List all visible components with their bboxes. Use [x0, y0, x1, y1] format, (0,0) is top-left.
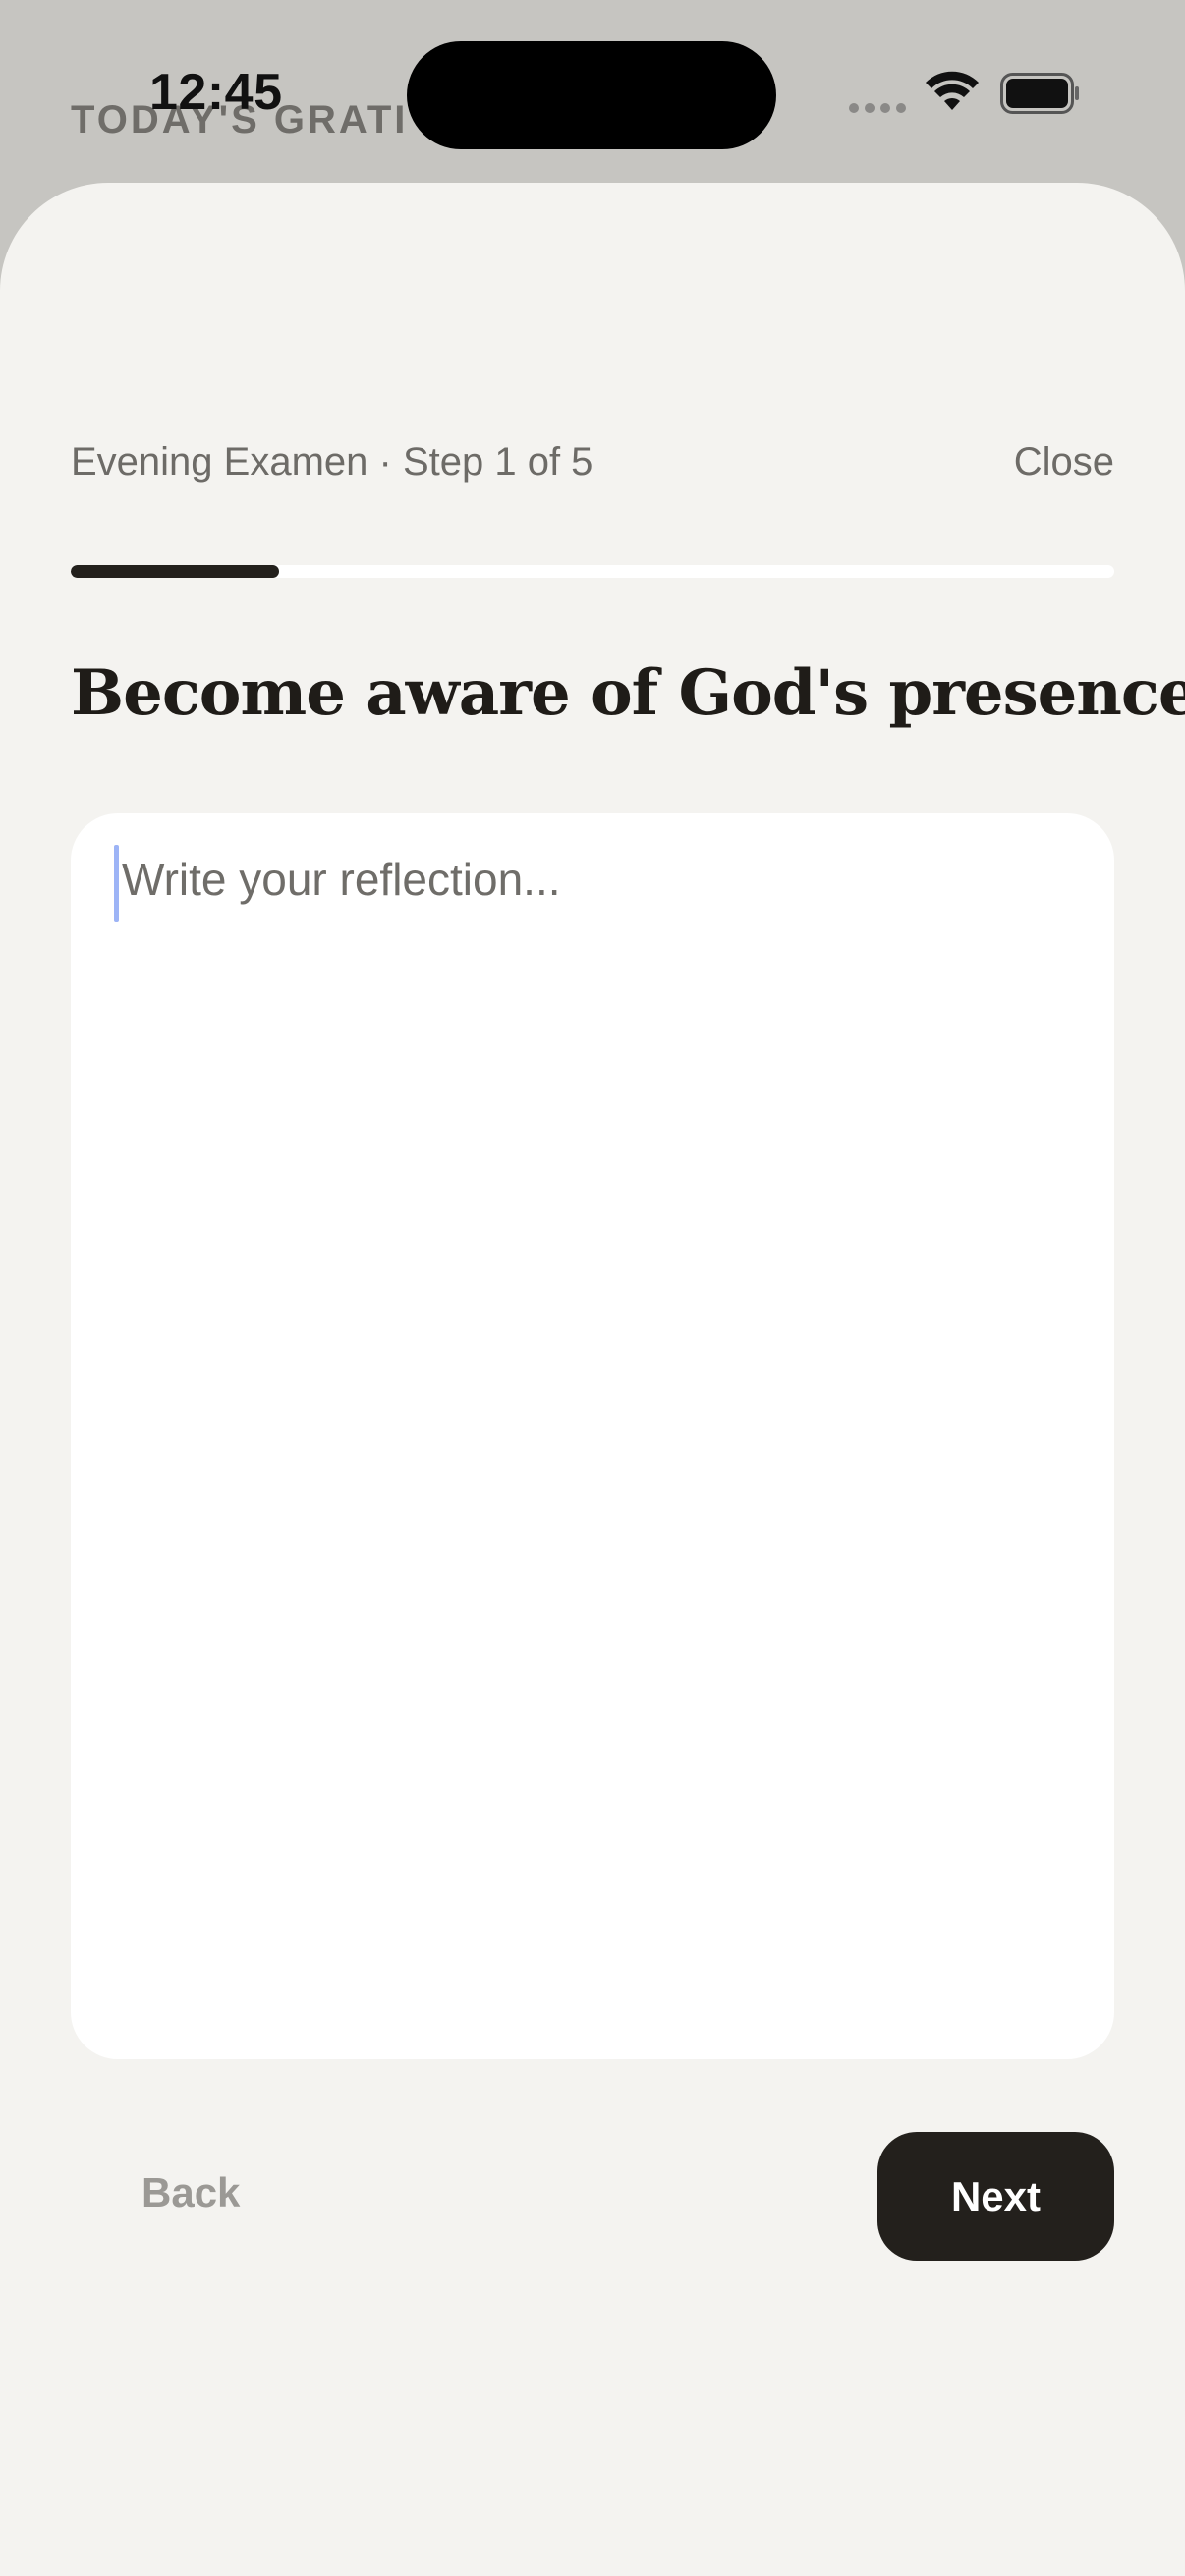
battery-icon: [1000, 73, 1079, 114]
reflection-input[interactable]: [116, 853, 1065, 2012]
examen-prompt-title: Become aware of God's presence.: [71, 656, 1185, 730]
cellular-signal-icon: [849, 103, 906, 113]
wifi-icon: [926, 71, 979, 110]
back-button[interactable]: Back: [141, 2169, 240, 2216]
step-progress-bar: [71, 565, 1114, 578]
status-bar-time: 12:45: [149, 64, 283, 121]
step-progress-fill: [71, 565, 280, 578]
dynamic-island: [407, 41, 776, 149]
reflection-card: [71, 813, 1114, 2059]
step-label: Evening Examen · Step 1 of 5: [71, 440, 593, 483]
next-button[interactable]: Next: [877, 2132, 1114, 2261]
close-button[interactable]: Close: [1014, 440, 1114, 484]
